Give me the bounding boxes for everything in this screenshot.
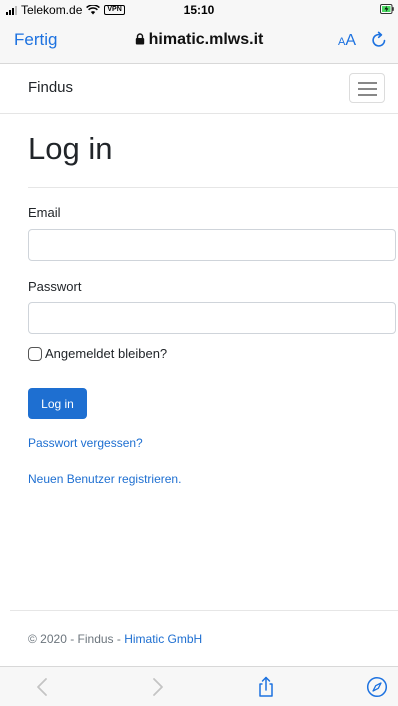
remember-me-checkbox[interactable] (28, 346, 42, 361)
remember-me[interactable]: Angemeldet bleiben? (28, 346, 167, 361)
navbar-brand[interactable]: Findus (28, 79, 73, 96)
hamburger-icon (358, 88, 377, 90)
footer-divider (10, 610, 398, 611)
login-button[interactable]: Log in (28, 388, 87, 419)
aa-large: A (345, 32, 356, 49)
navbar: Findus (0, 64, 398, 114)
hamburger-icon (358, 82, 377, 84)
status-bar: Telekom.de VPN 15:10 (0, 0, 398, 20)
footer: © 2020 - Findus - Himatic GmbH (28, 632, 202, 646)
reload-icon[interactable] (370, 31, 388, 49)
reader-text-size-button[interactable]: AA (338, 32, 356, 50)
footer-company-link[interactable]: Himatic GmbH (124, 632, 202, 646)
password-label: Passwort (28, 279, 82, 294)
menu-toggle-button[interactable] (349, 73, 385, 103)
email-field[interactable] (28, 229, 396, 261)
page-title: Log in (28, 131, 113, 166)
forgot-password-link[interactable]: Passwort vergessen? (28, 436, 143, 450)
share-icon[interactable] (255, 676, 277, 698)
register-link[interactable]: Neuen Benutzer registrieren. (28, 472, 181, 486)
hamburger-icon (358, 94, 377, 96)
safari-toolbar (0, 666, 398, 706)
safari-address-bar: Fertig himatic.mlws.it AA (0, 20, 398, 64)
password-field[interactable] (28, 302, 396, 334)
back-icon[interactable] (32, 676, 54, 698)
battery-charging-icon (380, 4, 394, 14)
forward-icon[interactable] (146, 676, 168, 698)
footer-text: © 2020 - Findus - (28, 632, 125, 646)
compass-icon[interactable] (366, 676, 388, 698)
email-label: Email (28, 205, 61, 220)
title-divider (28, 187, 398, 188)
url-text: himatic.mlws.it (148, 31, 264, 48)
lock-icon (135, 33, 144, 45)
screen: Telekom.de VPN 15:10 Fertig himatic.mlws… (0, 0, 398, 706)
remember-me-label[interactable]: Angemeldet bleiben? (45, 346, 167, 361)
status-time: 15:10 (183, 3, 215, 17)
